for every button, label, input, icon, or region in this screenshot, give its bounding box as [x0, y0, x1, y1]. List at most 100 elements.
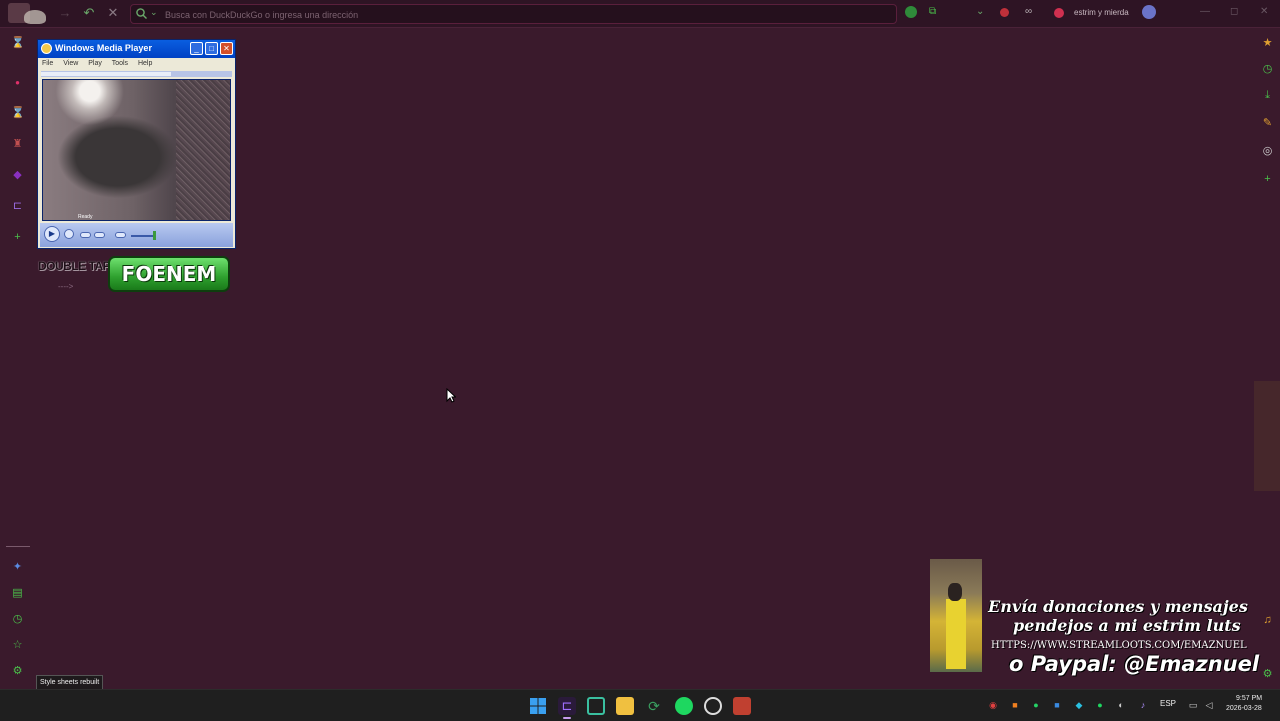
sheep-sticker-icon	[24, 10, 46, 24]
menu-help[interactable]: Help	[138, 60, 152, 67]
donate-line-1: Envía donaciones y mensajes	[988, 597, 1248, 616]
download-icon[interactable]: ⤓	[1261, 89, 1274, 102]
chevron-down-icon[interactable]: ⌄	[976, 6, 984, 17]
extension-icon[interactable]: ◎	[1261, 145, 1274, 158]
sparkle-icon[interactable]: ✦	[11, 561, 24, 574]
spotify-tray-icon[interactable]: ●	[1095, 700, 1105, 710]
reload-icon[interactable]: ↶	[82, 6, 96, 20]
game-app-icon[interactable]	[733, 697, 751, 715]
next-button[interactable]	[94, 232, 105, 238]
arrow-icon: ---->	[58, 282, 74, 291]
stop-button[interactable]	[64, 229, 74, 239]
profile-label[interactable]: estrim y mierda	[1074, 8, 1129, 17]
mouse-cursor-icon	[446, 388, 456, 403]
media-player-menu: File View Play Tools Help	[42, 60, 160, 67]
history-icon[interactable]: ◷	[1261, 63, 1274, 76]
app-leaf-icon[interactable]: ⟳	[645, 697, 663, 715]
play-button[interactable]: ▶	[44, 226, 60, 242]
star-icon[interactable]: ★	[1261, 37, 1274, 50]
foenem-button[interactable]: FOENEM	[108, 256, 230, 292]
youtube-icon[interactable]: ●	[11, 76, 24, 89]
volume-slider[interactable]	[131, 235, 155, 237]
media-player-icon	[41, 43, 52, 54]
mute-button[interactable]	[115, 232, 126, 238]
donate-paypal: o Paypal: @Emaznuel	[1009, 652, 1260, 676]
add-icon[interactable]: +	[11, 231, 24, 244]
spotify-icon[interactable]	[675, 697, 693, 715]
double-tap-label: DOUBLE TAP	[38, 259, 111, 273]
steam-tray-icon[interactable]: ◐	[1116, 700, 1126, 710]
media-player-title: Windows Media Player	[55, 43, 152, 53]
menu-play[interactable]: Play	[88, 60, 102, 67]
close-icon[interactable]: ✕	[1260, 6, 1268, 17]
right-sidebar: ★ ◷ ⤓ ✎ ◎ + ♫ ⚙	[1254, 27, 1280, 687]
app-icon[interactable]: ⊏	[11, 200, 24, 213]
taskbar: ⊏ ⟳ ◉ ■ ● ■ ◆ ● ◐ ♪ ESP ▭ ◁ 9:57 PM 2026…	[0, 689, 1280, 721]
video-area	[42, 79, 231, 221]
seek-bar[interactable]	[41, 71, 232, 77]
account-avatar[interactable]	[1142, 5, 1156, 19]
playback-status: Ready	[78, 214, 93, 220]
tray-app-icon[interactable]: ■	[1010, 700, 1020, 710]
media-player-window[interactable]: Windows Media Player _ □ ✕ File View Pla…	[37, 39, 236, 249]
start-windows-icon[interactable]	[529, 697, 547, 715]
previous-button[interactable]	[80, 232, 91, 238]
sidebar-divider	[6, 546, 30, 547]
volume-icon[interactable]: ◁	[1204, 700, 1214, 710]
browser-toolbar: → ↶ ✕ ⌄ ⧉ ⌄ ∞ estrim y mierda — ◻ ✕	[0, 0, 1280, 28]
chevron-down-icon[interactable]: ⌄	[150, 7, 158, 18]
settings-icon[interactable]: ⚙	[11, 665, 24, 678]
puzzle-icon[interactable]: ⧉	[929, 6, 936, 17]
tray-app-icon[interactable]: ◆	[1074, 700, 1084, 710]
glasses-icon[interactable]: ∞	[1025, 6, 1032, 17]
star-icon[interactable]: ☆	[11, 639, 24, 652]
network-icon[interactable]: ▭	[1188, 700, 1198, 710]
maximize-icon[interactable]: ◻	[1230, 6, 1238, 17]
stop-icon[interactable]: ✕	[106, 6, 120, 20]
thumbnail-character	[948, 583, 962, 601]
menu-file[interactable]: File	[42, 60, 53, 67]
tray-app-icon[interactable]: ■	[1052, 700, 1062, 710]
video-noise	[176, 80, 230, 220]
shield-icon[interactable]	[905, 6, 917, 18]
microphone-tray-icon[interactable]: ♪	[1138, 700, 1148, 710]
hourglass-icon[interactable]: ⌛	[11, 107, 25, 120]
add-icon[interactable]: +	[1261, 173, 1274, 186]
bag-icon[interactable]: ♜	[11, 138, 24, 151]
profile-container-icon[interactable]	[1054, 8, 1064, 18]
webcam-edge-strip	[1254, 381, 1280, 491]
language-indicator[interactable]: ESP	[1160, 699, 1176, 708]
clock-date[interactable]: 2026-03-28	[1226, 705, 1262, 712]
menu-view[interactable]: View	[63, 60, 78, 67]
thumbnail-lane	[946, 599, 966, 669]
antivirus-tray-icon[interactable]: ◉	[988, 700, 998, 710]
subway-surfers-thumbnail	[930, 559, 982, 672]
media-player-titlebar[interactable]: Windows Media Player _ □ ✕	[38, 40, 235, 58]
url-input[interactable]	[163, 6, 867, 23]
notes-icon[interactable]: ▤	[11, 587, 24, 600]
whatsapp-tray-icon[interactable]: ●	[1031, 700, 1041, 710]
clock-time[interactable]: 9:57 PM	[1236, 695, 1262, 702]
zen-browser-icon[interactable]: ⊏	[558, 697, 576, 719]
close-button[interactable]: ✕	[220, 42, 233, 55]
snipping-tool-icon[interactable]	[587, 697, 605, 715]
left-sidebar: ⌛ ● ⌛ ♜ ◆ ⊏ + ✦ ▤ ◷ ☆ ⚙	[0, 27, 34, 687]
minimize-button[interactable]: _	[190, 42, 203, 55]
history-icon[interactable]: ◷	[11, 613, 24, 626]
file-explorer-icon[interactable]	[616, 697, 634, 715]
minimize-icon[interactable]: —	[1200, 6, 1210, 17]
settings-icon[interactable]: ⚙	[1261, 668, 1274, 681]
forward-icon[interactable]: →	[58, 6, 72, 20]
donate-url: HTTPS://WWW.STREAMLOOTS.COM/EMAZNUEL	[991, 640, 1247, 651]
obs-icon[interactable]	[704, 697, 722, 715]
pencil-icon[interactable]: ✎	[1261, 117, 1274, 130]
ublock-icon[interactable]	[1000, 8, 1009, 17]
volume-knob[interactable]	[153, 231, 156, 240]
address-bar[interactable]: ⌄	[130, 4, 897, 24]
bell-icon[interactable]: ♫	[1261, 614, 1274, 627]
menu-tools[interactable]: Tools	[112, 60, 128, 67]
donate-line-2: pendejos a mi estrim luts	[1013, 616, 1241, 635]
hourglass-icon[interactable]: ⌛	[11, 37, 25, 50]
twitch-icon[interactable]: ◆	[11, 169, 24, 182]
maximize-button[interactable]: □	[205, 42, 218, 55]
